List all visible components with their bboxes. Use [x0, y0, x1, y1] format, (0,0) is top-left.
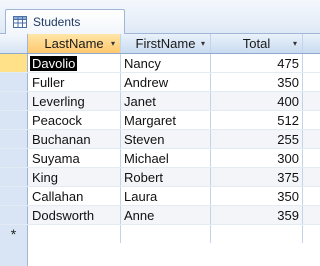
cell-firstname[interactable]: Michael — [121, 149, 211, 167]
table-row[interactable]: King Robert 375 — [0, 168, 320, 187]
column-header-lastname[interactable]: LastName ▾ — [28, 34, 121, 53]
new-record-marker[interactable]: * — [0, 225, 28, 243]
cell-total[interactable]: 350 — [211, 73, 303, 91]
cell-firstname[interactable]: Anne — [121, 206, 211, 224]
cell-firstname[interactable]: Robert — [121, 168, 211, 186]
cell-total[interactable]: 512 — [211, 111, 303, 129]
cell-firstname[interactable]: Andrew — [121, 73, 211, 91]
table-row[interactable]: Peacock Margaret 512 — [0, 111, 320, 130]
table-row[interactable]: Suyama Michael 300 — [0, 149, 320, 168]
tab-bar: Students — [0, 0, 320, 34]
cell-firstname[interactable]: Nancy — [121, 54, 211, 72]
chevron-down-icon[interactable]: ▾ — [111, 34, 115, 53]
tab-label: Students — [33, 15, 81, 29]
cell-firstname[interactable]: Laura — [121, 187, 211, 205]
table-row[interactable]: Davolio Nancy 475 — [0, 54, 320, 73]
table-row[interactable]: Dodsworth Anne 359 — [0, 206, 320, 225]
cell-lastname[interactable]: King — [28, 168, 121, 186]
cell-firstname[interactable] — [121, 225, 211, 243]
record-selector[interactable] — [0, 168, 28, 186]
cell-total[interactable] — [211, 225, 303, 243]
selected-cell-text: Davolio — [30, 56, 78, 71]
cell-total[interactable]: 350 — [211, 187, 303, 205]
record-selector-column — [0, 243, 28, 266]
cell-firstname[interactable]: Margaret — [121, 111, 211, 129]
cell-total[interactable]: 300 — [211, 149, 303, 167]
record-selector[interactable] — [0, 130, 28, 148]
cell-lastname[interactable]: Suyama — [28, 149, 121, 167]
table-icon — [13, 16, 27, 28]
cell-lastname[interactable]: Buchanan — [28, 130, 121, 148]
cell-lastname[interactable]: Davolio — [28, 54, 121, 72]
cell-lastname[interactable]: Callahan — [28, 187, 121, 205]
chevron-down-icon[interactable]: ▾ — [201, 34, 205, 53]
column-header-label: Total — [242, 36, 271, 51]
cell-lastname[interactable]: Dodsworth — [28, 206, 121, 224]
cell-lastname[interactable]: Leverling — [28, 92, 121, 110]
table-row[interactable]: Leverling Janet 400 — [0, 92, 320, 111]
cell-firstname[interactable]: Steven — [121, 130, 211, 148]
cell-firstname[interactable]: Janet — [121, 92, 211, 110]
column-header-total[interactable]: Total ▾ — [211, 34, 303, 53]
table-row[interactable]: Callahan Laura 350 — [0, 187, 320, 206]
table-row[interactable]: Fuller Andrew 350 — [0, 73, 320, 92]
tab-students[interactable]: Students — [5, 9, 125, 34]
cell-total[interactable]: 375 — [211, 168, 303, 186]
table-row[interactable]: Buchanan Steven 255 — [0, 130, 320, 149]
chevron-down-icon[interactable]: ▾ — [293, 34, 297, 53]
cell-lastname[interactable] — [28, 225, 121, 243]
cell-lastname[interactable]: Fuller — [28, 73, 121, 91]
cell-total[interactable]: 475 — [211, 54, 303, 72]
cell-lastname[interactable]: Peacock — [28, 111, 121, 129]
cell-total[interactable]: 255 — [211, 130, 303, 148]
record-selector[interactable] — [0, 111, 28, 129]
record-selector[interactable] — [0, 73, 28, 91]
column-header-firstname[interactable]: FirstName ▾ — [121, 34, 211, 53]
record-selector[interactable] — [0, 92, 28, 110]
column-header-label: FirstName — [135, 36, 196, 51]
datasheet-empty-area — [0, 243, 320, 266]
cell-total[interactable]: 400 — [211, 92, 303, 110]
header-row: LastName ▾ FirstName ▾ Total ▾ — [0, 34, 320, 54]
record-selector[interactable] — [0, 206, 28, 224]
datasheet-grid: LastName ▾ FirstName ▾ Total ▾ Davolio N… — [0, 34, 320, 244]
select-all-button[interactable] — [0, 34, 28, 53]
cell-total[interactable]: 359 — [211, 206, 303, 224]
record-selector[interactable] — [0, 187, 28, 205]
column-header-label: LastName — [44, 36, 104, 51]
record-selector[interactable] — [0, 149, 28, 167]
record-selector[interactable] — [0, 54, 28, 72]
new-record-row[interactable]: * — [0, 225, 320, 244]
